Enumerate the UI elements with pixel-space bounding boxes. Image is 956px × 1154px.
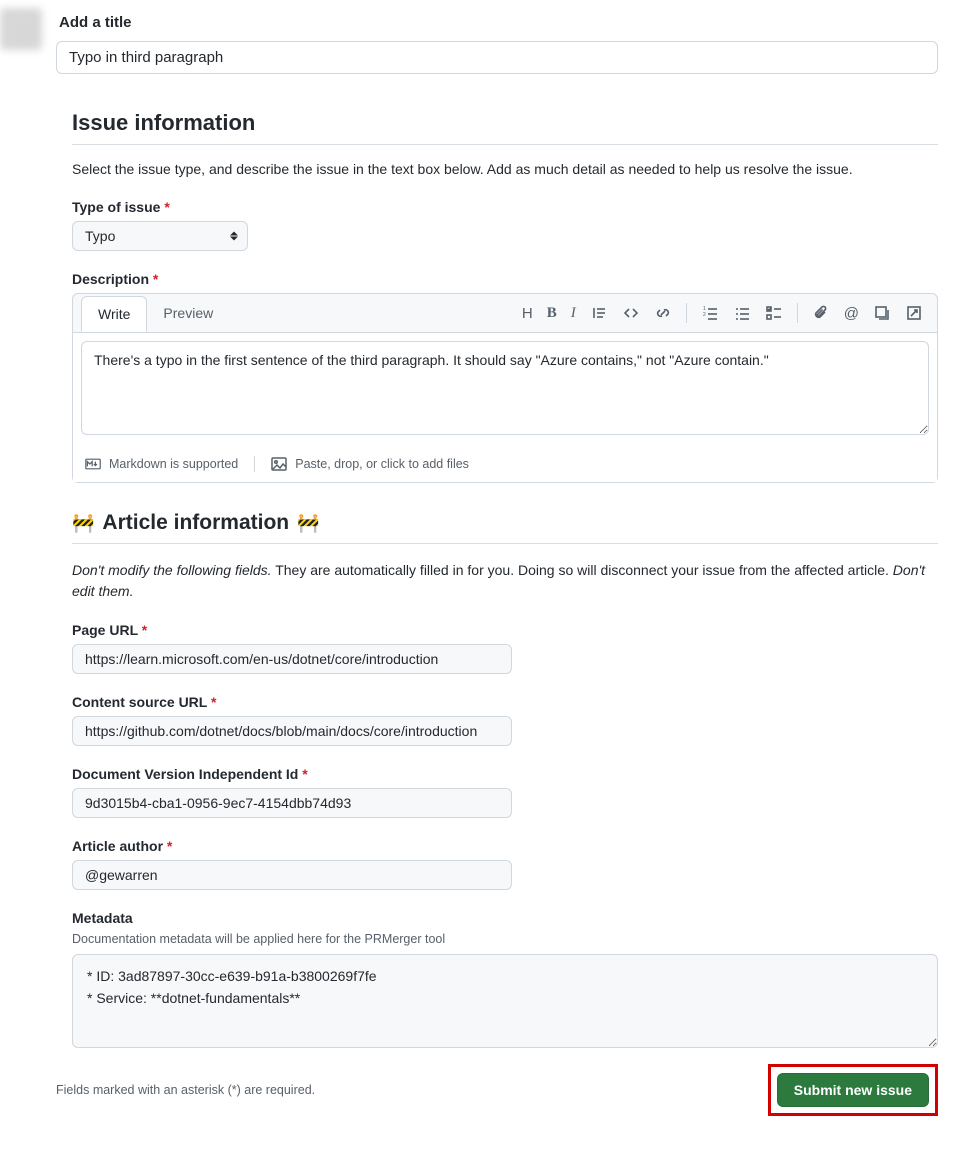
saved-reply-icon[interactable]: [905, 304, 923, 322]
issue-type-select[interactable]: Typo: [72, 221, 248, 251]
image-icon: [271, 456, 287, 472]
metadata-textarea[interactable]: * ID: 3ad87897-30cc-e639-b91a-b3800269f7…: [72, 954, 938, 1048]
unordered-list-icon[interactable]: [733, 304, 751, 322]
tab-preview[interactable]: Preview: [147, 296, 229, 330]
doc-version-id-input[interactable]: [72, 788, 512, 818]
doc-version-id-label: Document Version Independent Id: [72, 766, 938, 782]
submit-new-issue-button[interactable]: Submit new issue: [777, 1073, 929, 1107]
content-source-url-label: Content source URL: [72, 694, 938, 710]
markdown-icon: [85, 456, 101, 472]
article-author-label: Article author: [72, 838, 938, 854]
metadata-label: Metadata: [72, 910, 938, 926]
mention-icon[interactable]: @: [844, 306, 859, 321]
page-url-label: Page URL: [72, 622, 938, 638]
avatar: [0, 8, 42, 50]
italic-icon[interactable]: I: [571, 306, 576, 321]
ordered-list-icon[interactable]: 12: [701, 304, 719, 322]
svg-text:2: 2: [703, 312, 706, 318]
description-textarea[interactable]: [81, 341, 929, 435]
issue-info-heading: Issue information: [72, 110, 938, 145]
issue-info-desc: Select the issue type, and describe the …: [72, 161, 938, 177]
article-author-input[interactable]: [72, 860, 512, 890]
title-label: Add a title: [59, 14, 938, 31]
description-editor: Write Preview H B I: [72, 293, 938, 483]
article-info-heading: 🚧 Article information 🚧: [72, 511, 938, 544]
type-of-issue-label: Type of issue: [72, 199, 938, 215]
heading-icon[interactable]: H: [522, 306, 533, 321]
description-label: Description: [72, 271, 938, 287]
required-fields-note: Fields marked with an asterisk (*) are r…: [56, 1083, 315, 1097]
editor-toolbar: H B I 12: [522, 303, 929, 323]
title-input[interactable]: [56, 41, 938, 74]
page-url-input[interactable]: [72, 644, 512, 674]
article-info-desc: Don't modify the following fields. They …: [72, 560, 938, 602]
tab-write[interactable]: Write: [81, 296, 147, 332]
content-source-url-input[interactable]: [72, 716, 512, 746]
task-list-icon[interactable]: [765, 304, 783, 322]
code-icon[interactable]: [622, 304, 640, 322]
construction-icon: 🚧: [72, 514, 94, 532]
construction-icon: 🚧: [297, 514, 319, 532]
markdown-supported-link[interactable]: Markdown is supported: [85, 456, 254, 472]
quote-icon[interactable]: [590, 304, 608, 322]
bold-icon[interactable]: B: [547, 306, 557, 321]
attach-files-link[interactable]: Paste, drop, or click to add files: [254, 456, 485, 472]
cross-reference-icon[interactable]: [873, 304, 891, 322]
attach-icon[interactable]: [812, 304, 830, 322]
metadata-note: Documentation metadata will be applied h…: [72, 932, 938, 946]
submit-highlight: Submit new issue: [768, 1064, 938, 1116]
link-icon[interactable]: [654, 304, 672, 322]
